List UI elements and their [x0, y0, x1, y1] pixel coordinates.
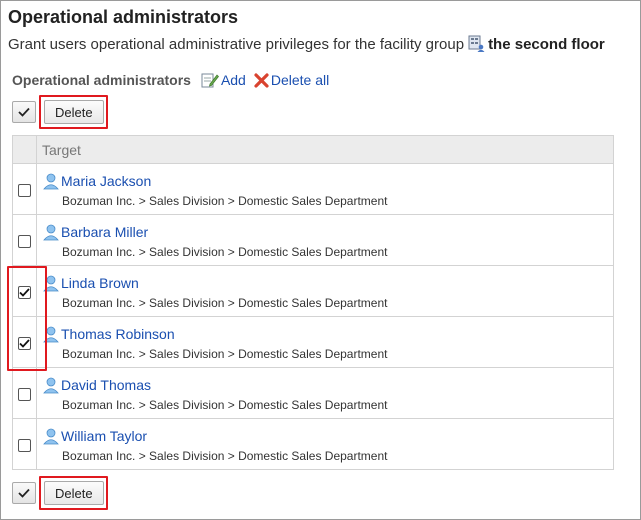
- description-text: Grant users operational administrative p…: [8, 35, 465, 53]
- table-row: Linda Brown Bozuman Inc. > Sales Division…: [12, 265, 614, 317]
- user-line: Thomas Robinson: [42, 324, 612, 344]
- user-name-link[interactable]: Maria Jackson: [61, 173, 151, 189]
- column-header-target: Target: [36, 135, 614, 164]
- check-icon: [18, 488, 30, 498]
- user-icon: [43, 428, 59, 444]
- page-description: Grant users operational administrative p…: [8, 35, 605, 53]
- row-checkbox-cell: [12, 163, 37, 215]
- table-row: David Thomas Bozuman Inc. > Sales Divisio…: [12, 367, 614, 419]
- user-icon: [43, 275, 59, 291]
- department-path: Bozuman Inc. > Sales Division > Domestic…: [62, 295, 388, 310]
- row-checkbox[interactable]: [18, 387, 31, 401]
- row-checkbox-cell: [12, 367, 37, 419]
- row-checkbox-cell: [12, 214, 37, 266]
- facility-group-icon: [468, 35, 486, 53]
- row-checkbox[interactable]: [18, 183, 31, 197]
- delete-button-top[interactable]: Delete: [44, 100, 104, 124]
- row-checkbox-cell: [12, 316, 37, 368]
- user-name-link[interactable]: Barbara Miller: [61, 224, 148, 240]
- department-path: Bozuman Inc. > Sales Division > Domestic…: [62, 244, 388, 259]
- user-name-link[interactable]: Thomas Robinson: [61, 326, 175, 342]
- department-path: Bozuman Inc. > Sales Division > Domestic…: [62, 193, 388, 208]
- user-name-link[interactable]: David Thomas: [61, 377, 151, 393]
- row-checkbox[interactable]: [18, 336, 31, 350]
- user-line: Barbara Miller: [42, 222, 612, 242]
- checkmark-icon: [19, 339, 30, 348]
- department-path: Bozuman Inc. > Sales Division > Domestic…: [62, 448, 388, 463]
- user-icon: [43, 173, 59, 189]
- row-checkbox[interactable]: [18, 438, 31, 452]
- select-all-toggle-top[interactable]: [12, 101, 36, 123]
- add-link[interactable]: Add: [201, 72, 246, 88]
- delete-all-link[interactable]: Delete all: [254, 72, 329, 88]
- top-toolbar: Delete: [12, 100, 104, 124]
- bottom-toolbar: Delete: [12, 481, 104, 505]
- table-row: Maria Jackson Bozuman Inc. > Sales Divisi…: [12, 163, 614, 215]
- check-icon: [18, 107, 30, 117]
- user-icon: [43, 377, 59, 393]
- section-header: Operational administrators Add Delete al…: [12, 72, 337, 88]
- panel: Operational administrators Grant users o…: [0, 0, 641, 520]
- administrators-table: Target Maria Jackson Bozuman Inc. > Sales…: [12, 135, 614, 470]
- delete-button-bottom[interactable]: Delete: [44, 481, 104, 505]
- user-line: Linda Brown: [42, 273, 612, 293]
- section-label: Operational administrators: [12, 72, 191, 88]
- target-cell: David Thomas Bozuman Inc. > Sales Divisio…: [36, 367, 614, 419]
- user-line: William Taylor: [42, 426, 612, 446]
- table-row: William Taylor Bozuman Inc. > Sales Divis…: [12, 418, 614, 470]
- edit-icon: [201, 73, 219, 88]
- delete-all-label: Delete all: [270, 72, 330, 88]
- table-row: Barbara Miller Bozuman Inc. > Sales Divis…: [12, 214, 614, 266]
- table-row: Thomas Robinson Bozuman Inc. > Sales Divi…: [12, 316, 614, 368]
- add-label: Add: [220, 72, 246, 88]
- target-cell: Barbara Miller Bozuman Inc. > Sales Divis…: [36, 214, 614, 266]
- target-cell: William Taylor Bozuman Inc. > Sales Divis…: [36, 418, 614, 470]
- target-cell: Maria Jackson Bozuman Inc. > Sales Divisi…: [36, 163, 614, 215]
- department-path: Bozuman Inc. > Sales Division > Domestic…: [62, 397, 388, 412]
- user-icon: [43, 224, 59, 240]
- user-line: David Thomas: [42, 375, 612, 395]
- target-cell: Linda Brown Bozuman Inc. > Sales Division…: [36, 265, 614, 317]
- user-name-link[interactable]: Linda Brown: [61, 275, 139, 291]
- user-line: Maria Jackson: [42, 171, 612, 191]
- facility-group-name: the second floor: [488, 35, 605, 53]
- select-all-toggle-bottom[interactable]: [12, 482, 36, 504]
- delete-x-icon: [254, 72, 269, 88]
- row-checkbox[interactable]: [18, 234, 31, 248]
- user-icon: [43, 326, 59, 342]
- target-cell: Thomas Robinson Bozuman Inc. > Sales Divi…: [36, 316, 614, 368]
- row-checkbox-cell: [12, 265, 37, 317]
- user-name-link[interactable]: William Taylor: [61, 428, 147, 444]
- department-path: Bozuman Inc. > Sales Division > Domestic…: [62, 346, 388, 361]
- row-checkbox-cell: [12, 418, 37, 470]
- checkmark-icon: [19, 288, 30, 297]
- page-title: Operational administrators: [8, 7, 239, 27]
- table-header-row: Target: [12, 135, 614, 164]
- header-checkbox-column: [12, 135, 37, 164]
- row-checkbox[interactable]: [18, 285, 31, 299]
